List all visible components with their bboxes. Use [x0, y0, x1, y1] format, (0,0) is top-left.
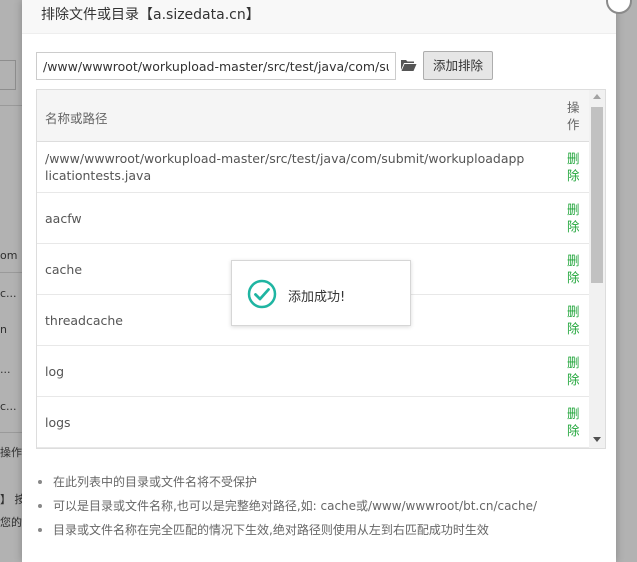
toast-message: 添加成功! — [288, 290, 346, 305]
delete-link[interactable]: 删除 — [567, 405, 581, 439]
scrollbar-thumb[interactable] — [591, 107, 603, 283]
tip-item: 目录或文件名称在完全匹配的情况下生效,绝对路径则使用从左到右匹配成功时生效 — [37, 522, 537, 546]
row-path: logs — [45, 414, 71, 430]
row-path: log — [45, 363, 65, 379]
path-input[interactable] — [36, 52, 396, 80]
delete-link[interactable]: 删除 — [567, 252, 581, 286]
table-row: aacfw 删除 — [37, 193, 589, 244]
table-row: logs 删除 — [37, 397, 589, 448]
column-header-name: 名称或路径 — [45, 111, 108, 126]
row-path: /www/wwwroot/workupload-master/src/test/… — [45, 151, 525, 183]
dialog-title: 排除文件或目录【a.sizedata.cn】 — [41, 7, 260, 23]
delete-link[interactable]: 删除 — [567, 201, 581, 235]
scroll-down-icon[interactable] — [593, 437, 601, 442]
column-header-operation: 操作 — [567, 100, 580, 132]
table-row: /www/wwwroot/workupload-master/src/test/… — [37, 142, 589, 193]
scroll-up-icon[interactable] — [593, 94, 601, 99]
tip-item: 可以是目录或文件名称,也可以是完整绝对路径,如: cache或/www/wwwr… — [37, 498, 537, 522]
table-scrollbar[interactable] — [589, 90, 605, 448]
folder-open-icon[interactable] — [400, 58, 417, 72]
success-toast: 添加成功! — [231, 260, 411, 326]
delete-link[interactable]: 删除 — [567, 354, 581, 388]
tip-item: 在此列表中的目录或文件名将不受保护 — [37, 474, 537, 498]
tips-list: 在此列表中的目录或文件名将不受保护 可以是目录或文件名称,也可以是完整绝对路径,… — [37, 474, 537, 546]
table-header: 名称或路径 操作 — [37, 90, 589, 142]
table-row: log 删除 — [37, 346, 589, 397]
add-exclude-button[interactable]: 添加排除 — [423, 51, 493, 80]
delete-link[interactable]: 删除 — [567, 303, 581, 337]
row-path: aacfw — [45, 210, 82, 226]
delete-link[interactable]: 删除 — [567, 150, 581, 184]
dialog-header: 排除文件或目录【a.sizedata.cn】 — [22, 0, 616, 34]
check-circle-icon — [247, 279, 277, 309]
